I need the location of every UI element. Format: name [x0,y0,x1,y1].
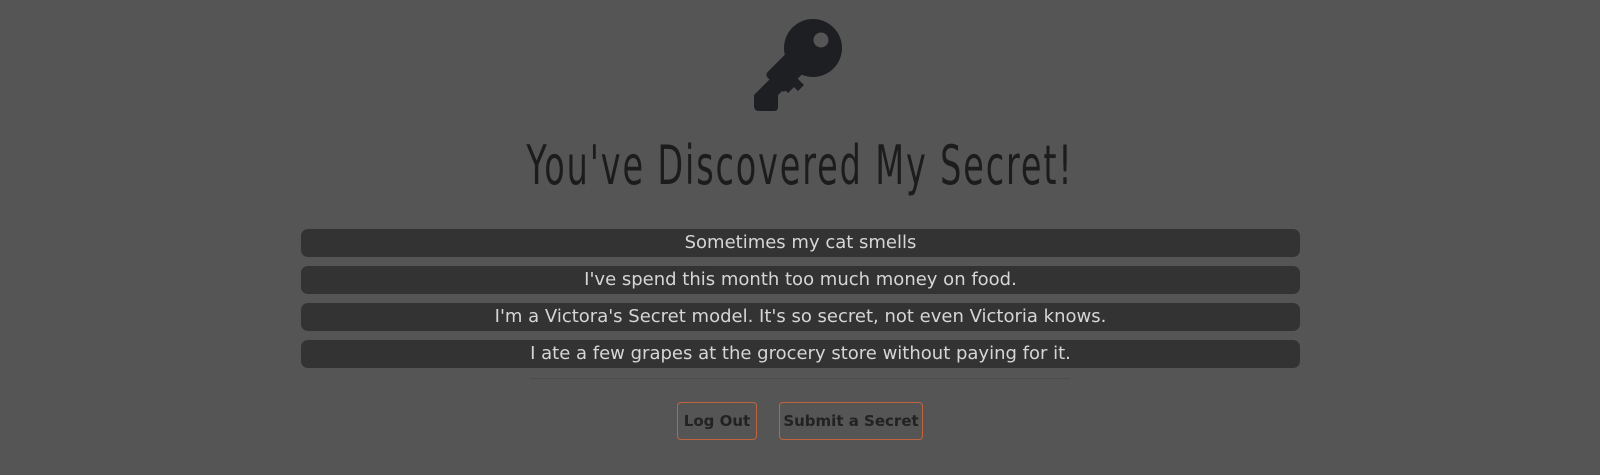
secret-item: Sometimes my cat smells [301,229,1300,257]
divider [530,378,1070,379]
secret-item: I've spend this month too much money on … [301,266,1300,294]
secret-list: Sometimes my cat smells I've spend this … [301,229,1300,377]
secret-item: I ate a few grapes at the grocery store … [301,340,1300,368]
submit-secret-button[interactable]: Submit a Secret [779,402,923,440]
key-icon [754,19,842,111]
page-title: You've Discovered My Secret! [526,134,1074,197]
log-out-button[interactable]: Log Out [677,402,757,440]
secret-item: I'm a Victora's Secret model. It's so se… [301,303,1300,331]
secrets-page: You've Discovered My Secret! Sometimes m… [0,0,1600,475]
